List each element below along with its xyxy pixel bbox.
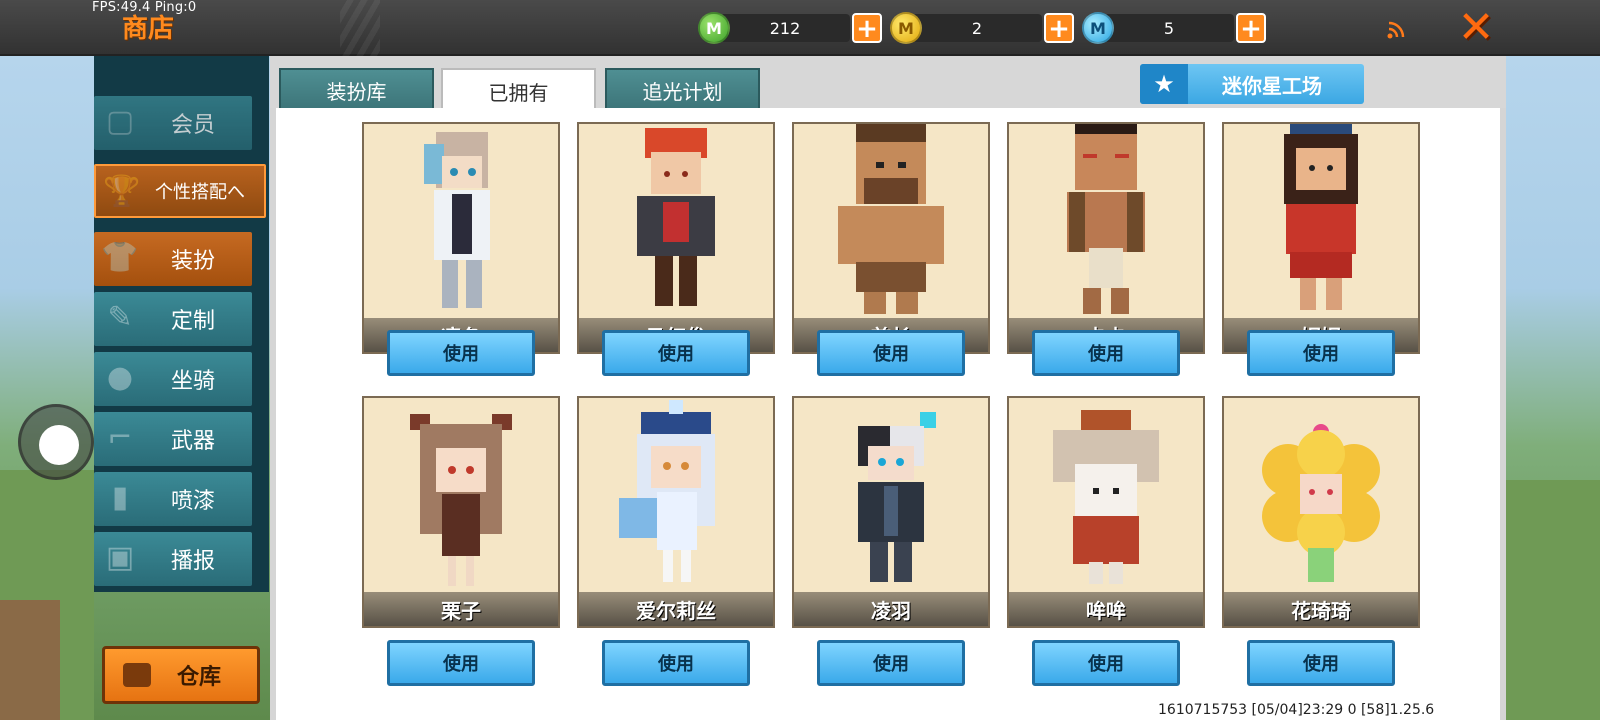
use-button[interactable]: 使用 bbox=[602, 640, 750, 686]
character-card[interactable]: 妮妮 bbox=[1222, 122, 1420, 354]
character-card[interactable]: 哞哞 bbox=[1007, 396, 1205, 628]
use-button[interactable]: 使用 bbox=[817, 640, 965, 686]
warehouse-button[interactable]: 仓库 bbox=[102, 646, 260, 704]
sidebar-item-member[interactable]: ▢ 会员 bbox=[94, 96, 252, 150]
shirt-icon: 👕 bbox=[101, 240, 139, 275]
chest-icon bbox=[123, 663, 151, 687]
character-card[interactable]: 爱尔莉丝 bbox=[577, 396, 775, 628]
top-bar-decoration bbox=[340, 0, 380, 56]
use-button[interactable]: 使用 bbox=[387, 330, 535, 376]
dirt-block bbox=[0, 600, 60, 720]
character-card[interactable]: 凌羽 bbox=[792, 396, 990, 628]
sidebar-item-label: 坐骑 bbox=[170, 369, 215, 394]
add-currency-button[interactable]: + bbox=[1236, 13, 1266, 43]
tab-owned[interactable]: 已拥有 bbox=[441, 68, 596, 112]
member-icon: ▢ bbox=[105, 104, 135, 139]
tab-outfit-library[interactable]: 装扮库 bbox=[279, 68, 434, 110]
green-mini-coin-icon: M bbox=[698, 12, 730, 44]
character-mahongjun-portrait bbox=[637, 128, 715, 306]
character-card[interactable]: 栗子 bbox=[362, 396, 560, 628]
character-card[interactable]: 凛冬 bbox=[362, 122, 560, 354]
virtual-joystick[interactable] bbox=[18, 404, 94, 480]
currency-amount: 2 bbox=[912, 14, 1042, 42]
character-name: 凌羽 bbox=[794, 592, 988, 626]
character-moumou-portrait bbox=[1053, 410, 1159, 584]
pencil-icon: ✎ bbox=[107, 300, 133, 335]
character-lingyu-portrait bbox=[858, 412, 936, 582]
character-ailisi-portrait bbox=[619, 400, 715, 582]
build-info: 1610715753 [05/04]23:29 0 [58]1.25.6 bbox=[1158, 702, 1435, 718]
mini-workshop-button[interactable]: ★ 迷你星工场 bbox=[1140, 64, 1364, 104]
sidebar-item-label: 播报 bbox=[170, 549, 215, 574]
sidebar-item-label: 个性搭配へ bbox=[155, 182, 245, 203]
sidebar-item-personal-style[interactable]: 🏆 个性搭配へ bbox=[94, 164, 266, 218]
character-kaka-portrait bbox=[1067, 124, 1145, 314]
sidebar-item-outfit[interactable]: 👕 装扮 bbox=[94, 232, 252, 286]
currency-amount: 212 bbox=[720, 14, 850, 42]
currency-gold: M 2 + bbox=[890, 12, 1074, 44]
sidebar-item-label: 喷漆 bbox=[170, 489, 215, 514]
use-button[interactable]: 使用 bbox=[387, 640, 535, 686]
character-name: 栗子 bbox=[364, 592, 558, 626]
character-name: 爱尔莉丝 bbox=[579, 592, 773, 626]
character-huaqiqi-portrait bbox=[1262, 424, 1380, 582]
character-chief-portrait bbox=[838, 124, 944, 314]
use-button[interactable]: 使用 bbox=[1247, 330, 1395, 376]
grass-block bbox=[1506, 480, 1600, 720]
star-icon: ★ bbox=[1140, 64, 1188, 104]
add-currency-button[interactable]: + bbox=[852, 13, 882, 43]
character-nini-portrait bbox=[1284, 124, 1358, 310]
tab-light-chase-plan[interactable]: 追光计划 bbox=[605, 68, 760, 110]
blue-mini-bean-icon: M bbox=[1082, 12, 1114, 44]
character-card[interactable]: 花琦琦 bbox=[1222, 396, 1420, 628]
sidebar-item-mount[interactable]: ● 坐骑 bbox=[94, 352, 252, 406]
sidebar-item-label: 定制 bbox=[170, 309, 215, 334]
character-lizi-portrait bbox=[410, 414, 512, 586]
character-name: 哞哞 bbox=[1009, 592, 1203, 626]
page-title: 商店 bbox=[122, 14, 175, 44]
joystick-knob[interactable] bbox=[39, 425, 79, 465]
character-name: 花琦琦 bbox=[1224, 592, 1418, 626]
sidebar-item-spray[interactable]: ▮ 喷漆 bbox=[94, 472, 252, 526]
sidebar-item-label: 会员 bbox=[170, 113, 215, 138]
currency-amount: 5 bbox=[1104, 14, 1234, 42]
close-icon[interactable]: ✕ bbox=[1452, 4, 1500, 52]
sidebar-item-weapon[interactable]: ⌐ 武器 bbox=[94, 412, 252, 466]
trophy-icon: 🏆 bbox=[103, 174, 141, 209]
sidebar-item-label: 武器 bbox=[170, 429, 215, 454]
currency-green: M 212 + bbox=[698, 12, 882, 44]
spray-icon: ▮ bbox=[111, 480, 129, 515]
workshop-label: 迷你星工场 bbox=[1222, 73, 1322, 98]
use-button[interactable]: 使用 bbox=[1032, 640, 1180, 686]
gun-icon: ⌐ bbox=[107, 420, 133, 455]
sidebar-item-label: 装扮 bbox=[170, 249, 215, 274]
add-currency-button[interactable]: + bbox=[1044, 13, 1074, 43]
sidebar-item-broadcast[interactable]: ▣ 播报 bbox=[94, 532, 252, 586]
character-card[interactable]: 马红俊 bbox=[577, 122, 775, 354]
currency-blue: M 5 + bbox=[1082, 12, 1266, 44]
warehouse-label: 仓库 bbox=[176, 665, 221, 690]
character-linwinter-portrait bbox=[424, 132, 490, 308]
use-button[interactable]: 使用 bbox=[817, 330, 965, 376]
footprint-icon: ● bbox=[106, 360, 134, 395]
sidebar-item-custom[interactable]: ✎ 定制 bbox=[94, 292, 252, 346]
use-button[interactable]: 使用 bbox=[1032, 330, 1180, 376]
gift-icon: ▣ bbox=[105, 540, 135, 575]
gold-coin-icon: M bbox=[890, 12, 922, 44]
character-card[interactable]: 卡卡 bbox=[1007, 122, 1205, 354]
character-card[interactable]: 酋长 bbox=[792, 122, 990, 354]
use-button[interactable]: 使用 bbox=[602, 330, 750, 376]
rss-feed-icon[interactable] bbox=[1386, 20, 1406, 40]
use-button[interactable]: 使用 bbox=[1247, 640, 1395, 686]
